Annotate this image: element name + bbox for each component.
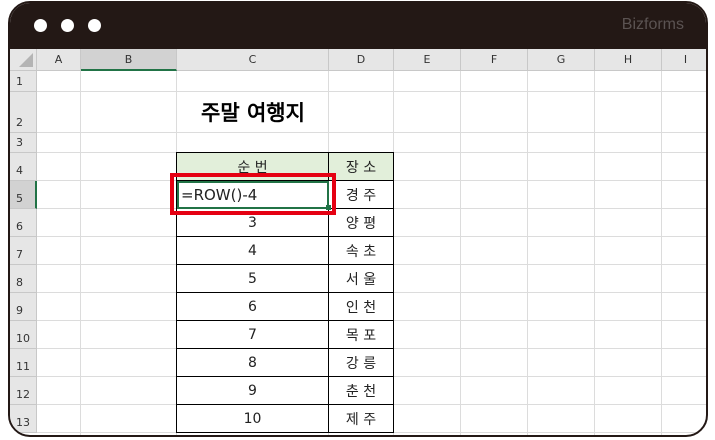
row-header-5[interactable]: 5: [10, 181, 37, 209]
gridline: [80, 71, 81, 435]
title-bar: Bizforms: [10, 3, 706, 49]
row-header-7[interactable]: 7: [10, 237, 37, 265]
sheet-title: 주말 여행지: [201, 101, 305, 125]
row-header-9[interactable]: 9: [10, 293, 37, 321]
number-cell[interactable]: 10: [177, 405, 329, 433]
number-cell[interactable]: 5: [177, 265, 329, 293]
row-header-1[interactable]: 1: [10, 71, 37, 92]
column-header-g[interactable]: G: [528, 49, 595, 71]
place-cell[interactable]: 서 울: [329, 265, 394, 293]
number-cell[interactable]: 6: [177, 293, 329, 321]
app-window: Bizforms A B C D E F G H I 1 2 3 4 5 6 7 8 9 10 11 12 13 주말 여행…: [8, 1, 708, 437]
number-cell[interactable]: 8: [177, 349, 329, 377]
place-cell[interactable]: 경 주: [329, 181, 394, 209]
place-cell[interactable]: 강 릉: [329, 349, 394, 377]
number-cell[interactable]: 7: [177, 321, 329, 349]
select-all-corner[interactable]: [10, 49, 37, 71]
spreadsheet-grid: A B C D E F G H I 1 2 3 4 5 6 7 8 9 10 11 12 13 주말 여행지 순 번장 소 =R…: [10, 49, 706, 435]
row-header-6[interactable]: 6: [10, 209, 37, 237]
place-cell[interactable]: 속 초: [329, 237, 394, 265]
brand-logo: Bizforms: [621, 16, 684, 33]
row-header-4[interactable]: 4: [10, 153, 37, 181]
row-header-8[interactable]: 8: [10, 265, 37, 293]
row-header-10[interactable]: 10: [10, 321, 37, 349]
gridline: [594, 71, 595, 435]
place-cell[interactable]: 춘 천: [329, 377, 394, 405]
window-dot-icon: [61, 19, 74, 32]
number-cell[interactable]: 4: [177, 237, 329, 265]
highlight-box: [170, 173, 336, 215]
column-header-b[interactable]: B: [81, 49, 177, 71]
column-header-i[interactable]: I: [662, 49, 706, 71]
column-header-c[interactable]: C: [177, 49, 329, 71]
select-all-triangle-icon: [19, 53, 33, 67]
number-cell[interactable]: 9: [177, 377, 329, 405]
column-header-f[interactable]: F: [461, 49, 528, 71]
column-header-e[interactable]: E: [394, 49, 461, 71]
window-dot-icon: [88, 19, 101, 32]
gridline: [661, 71, 662, 435]
column-header-h[interactable]: H: [595, 49, 662, 71]
row-header-3[interactable]: 3: [10, 133, 37, 153]
gridline: [527, 71, 528, 435]
row-header-13[interactable]: 13: [10, 405, 37, 433]
window-dot-icon: [34, 19, 47, 32]
gridline: [37, 91, 706, 92]
gridline: [460, 71, 461, 435]
header-place: 장 소: [329, 153, 394, 181]
row-header-2[interactable]: 2: [10, 92, 37, 133]
place-cell[interactable]: 양 평: [329, 209, 394, 237]
row-header-12[interactable]: 12: [10, 377, 37, 405]
place-cell[interactable]: 목 포: [329, 321, 394, 349]
place-cell[interactable]: 인 천: [329, 293, 394, 321]
column-header-d[interactable]: D: [329, 49, 394, 71]
row-header-11[interactable]: 11: [10, 349, 37, 377]
gridline: [37, 132, 706, 133]
column-header-a[interactable]: A: [37, 49, 81, 71]
place-cell[interactable]: 제 주: [329, 405, 394, 433]
